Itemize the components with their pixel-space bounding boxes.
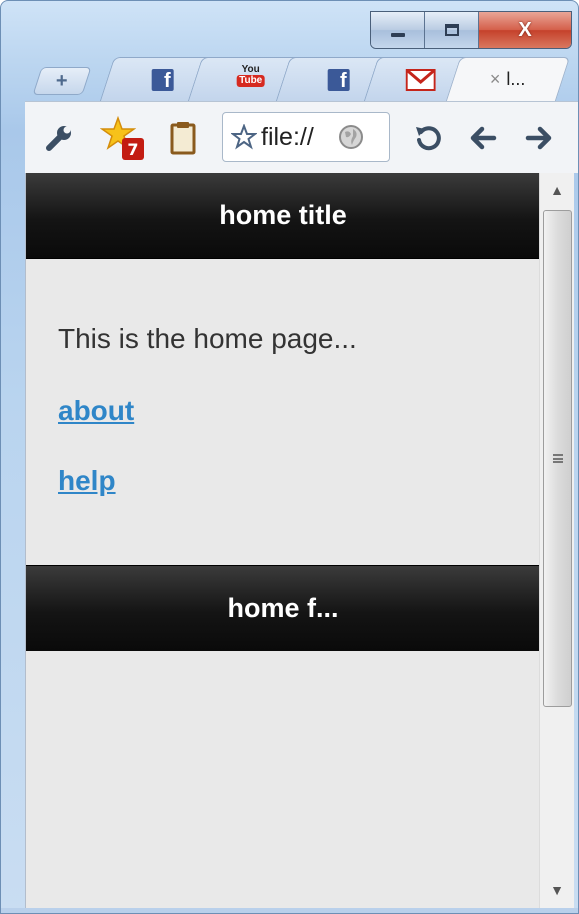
back-button[interactable] [463,116,503,160]
browser-toolbar: 7 [25,101,578,173]
reload-button[interactable] [408,116,448,160]
page-header: home title [26,173,540,259]
grip-icon [552,454,563,463]
tab-active[interactable]: × l... [445,57,571,101]
extension-button[interactable]: 7 [99,116,149,160]
tab-strip: + f You Tube f × l... [31,57,578,101]
page-content: This is the home page... about help [58,323,357,497]
address-input[interactable] [257,122,337,152]
wrench-icon[interactable] [39,116,79,160]
notification-badge: 7 [122,138,144,160]
facebook-icon: f [327,68,350,92]
youtube-icon: You Tube [237,63,265,87]
globe-icon [339,125,363,149]
plus-icon: + [56,69,68,92]
minimize-icon [390,33,405,37]
gmail-icon [405,68,436,91]
about-link[interactable]: about [58,395,357,427]
window-bottom-frame [1,908,578,913]
facebook-icon: f [151,68,174,92]
close-icon: X [518,18,532,41]
page-footer: home f... [26,565,540,651]
window-caption-buttons: X [370,11,572,49]
scroll-up-icon[interactable]: ▲ [540,173,574,207]
forward-button[interactable] [519,116,559,160]
page-viewport: home title This is the home page... abou… [25,173,540,908]
footer-title: home f... [227,593,339,623]
clipboard-icon[interactable] [165,116,201,160]
forward-arrow-icon [525,126,552,150]
scroll-down-icon[interactable]: ▼ [540,873,574,907]
bookmark-star-icon[interactable] [231,124,257,150]
reload-icon [416,126,441,151]
new-tab-button[interactable]: + [32,67,92,95]
tab-title: l... [506,69,526,89]
back-arrow-icon [470,126,497,150]
browser-window: X + f You Tube f × l... 7 file:// home t… [0,0,579,914]
scrollbar-thumb[interactable] [543,210,572,707]
close-window-button[interactable]: X [479,12,571,48]
vertical-scrollbar[interactable]: ▲ ▼ [539,173,574,908]
page-title: home title [219,200,347,230]
maximize-icon [444,24,459,36]
address-bar[interactable] [222,112,390,162]
minimize-button[interactable] [371,12,425,48]
maximize-button[interactable] [425,12,479,48]
help-link[interactable]: help [58,465,357,497]
home-text: This is the home page... [58,323,357,354]
tab-close-icon[interactable]: × [490,69,501,90]
